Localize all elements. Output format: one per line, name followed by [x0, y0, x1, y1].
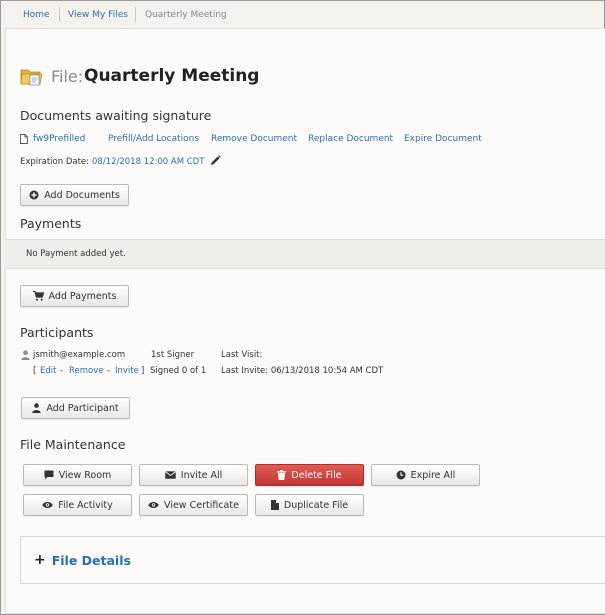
participant-remove-link[interactable]: Remove — [69, 366, 104, 376]
file-details-label: File Details — [51, 552, 131, 568]
payments-list: No Payment added yet. — [5, 239, 605, 269]
participant-actions-separator: - — [60, 366, 64, 376]
participants-heading: Participants — [20, 325, 94, 340]
comment-icon — [44, 470, 54, 480]
participant-email: jsmith@example.com — [33, 350, 126, 360]
participant-user-icon — [21, 350, 30, 363]
breadcrumb-current: Quarterly Meeting — [145, 10, 227, 20]
expiration-label: Expiration Date: — [20, 157, 90, 167]
documents-heading: Documents awaiting signature — [20, 108, 212, 123]
view-certificate-label: View Certificate — [164, 499, 239, 511]
pencil-edit-icon[interactable] — [210, 155, 221, 169]
add-participant-button[interactable]: Add Participant — [21, 397, 130, 419]
invite-all-label: Invite All — [180, 469, 223, 481]
view-room-label: View Room — [58, 469, 112, 481]
cart-icon — [32, 291, 44, 301]
add-payments-label: Add Payments — [48, 290, 117, 302]
breadcrumb-separator — [135, 7, 136, 22]
payments-heading: Payments — [20, 216, 82, 231]
file-details-panel: + File Details — [20, 536, 605, 584]
expand-plus-icon: + — [34, 552, 46, 568]
expire-document-link[interactable]: Expire Document — [404, 134, 482, 144]
plus-circle-icon — [29, 190, 39, 200]
duplicate-file-button[interactable]: Duplicate File — [255, 494, 364, 516]
delete-file-button[interactable]: Delete File — [255, 464, 364, 486]
participant-role: 1st Signer — [151, 350, 195, 360]
eye-icon — [148, 501, 159, 509]
participant-edit-link[interactable]: Edit — [40, 366, 56, 376]
view-room-button[interactable]: View Room — [23, 464, 132, 486]
participant-last-visit-label: Last Visit: — [221, 350, 263, 360]
delete-file-label: Delete File — [291, 469, 342, 481]
expire-all-label: Expire All — [410, 469, 456, 481]
document-link-fw9prefilled[interactable]: fw9Prefilled — [33, 134, 85, 144]
participant-actions-bracket-open: [ — [33, 366, 37, 376]
invite-all-button[interactable]: Invite All — [139, 464, 248, 486]
user-icon — [32, 403, 42, 413]
breadcrumb-view-my-files[interactable]: View My Files — [68, 10, 128, 20]
envelope-icon — [164, 471, 176, 479]
expire-all-button[interactable]: Expire All — [371, 464, 480, 486]
breadcrumb: Home View My Files Quarterly Meeting — [1, 1, 602, 27]
file-details-toggle[interactable]: + File Details — [34, 552, 131, 568]
title-prefix: File: — [51, 67, 84, 86]
eye-icon — [42, 501, 53, 509]
add-payments-button[interactable]: Add Payments — [20, 285, 129, 307]
folder-document-icon — [20, 66, 44, 86]
replace-document-link[interactable]: Replace Document — [308, 134, 393, 144]
add-documents-label: Add Documents — [44, 189, 120, 201]
document-file-icon — [20, 134, 28, 147]
participant-actions-bracket-close: ] — [141, 366, 145, 376]
view-certificate-button[interactable]: View Certificate — [139, 494, 248, 516]
file-name: Quarterly Meeting — [84, 66, 260, 86]
remove-document-link[interactable]: Remove Document — [211, 134, 297, 144]
duplicate-file-label: Duplicate File — [283, 499, 349, 511]
expiration-date-value[interactable]: 08/12/2018 12:00 AM CDT — [92, 157, 204, 167]
add-participant-label: Add Participant — [46, 402, 119, 414]
participant-signed-status: Signed 0 of 1 — [150, 366, 207, 376]
file-activity-button[interactable]: File Activity — [23, 494, 132, 516]
file-activity-label: File Activity — [58, 499, 113, 511]
prefill-add-locations-link[interactable]: Prefill/Add Locations — [108, 134, 199, 144]
payments-empty-message: No Payment added yet. — [26, 249, 126, 259]
trash-icon — [277, 470, 287, 480]
breadcrumb-separator — [59, 7, 60, 22]
participant-invite-link[interactable]: Invite — [115, 366, 139, 376]
file-icon — [270, 500, 279, 510]
breadcrumb-home[interactable]: Home — [23, 10, 50, 20]
clock-icon — [396, 470, 406, 480]
add-documents-button[interactable]: Add Documents — [20, 184, 129, 206]
participant-last-invite: Last Invite: 06/13/2018 10:54 AM CDT — [221, 366, 384, 376]
participant-actions-separator: - — [107, 366, 111, 376]
file-maintenance-heading: File Maintenance — [20, 437, 126, 452]
